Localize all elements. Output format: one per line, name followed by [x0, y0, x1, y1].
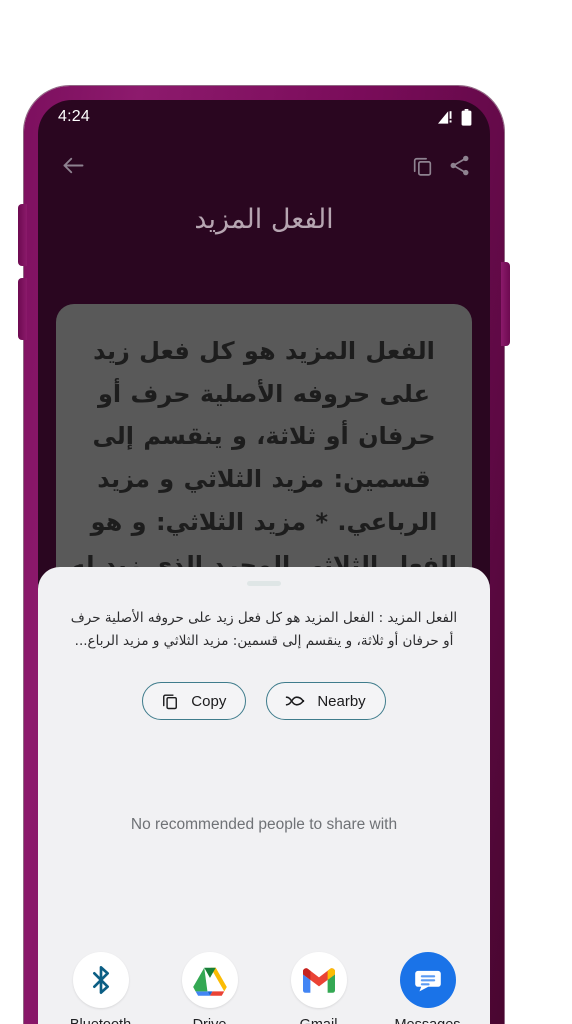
nearby-chip-button[interactable]: Nearby: [266, 682, 386, 721]
share-sheet: الفعل المزيد : الفعل المزيد هو كل فعل زي…: [38, 567, 490, 1024]
lesson-content-card: الفعل المزيد هو كل فعل زيد على حروفه الأ…: [56, 304, 472, 604]
share-target-label: Bluetooth: [70, 1017, 131, 1024]
copy-icon[interactable]: [410, 153, 435, 178]
app-top-bar: [38, 134, 490, 196]
share-target-label: Messages: [394, 1017, 460, 1024]
share-target-app-row: Bluetooth: [38, 952, 490, 1024]
status-bar-time: 4:24: [58, 108, 90, 125]
nearby-chip-label: Nearby: [317, 692, 366, 710]
screenshot-root: 4:24 الفعل المزيد الفعل المزيد هو كل فعل…: [0, 0, 572, 1024]
copy-chip-button[interactable]: Copy: [142, 682, 247, 721]
no-recommended-people-text: No recommended people to share with: [130, 816, 398, 834]
volume-down-button[interactable]: [18, 278, 27, 340]
power-button[interactable]: [501, 262, 510, 346]
share-target-bluetooth[interactable]: Bluetooth: [53, 952, 149, 1024]
share-target-messages[interactable]: Messages: [380, 952, 476, 1024]
status-bar: 4:24: [38, 100, 490, 134]
copy-icon: [163, 694, 178, 710]
google-messages-icon: [414, 970, 441, 992]
copy-chip-label: Copy: [191, 692, 227, 710]
app-bar-actions: [410, 153, 472, 178]
page-title: الفعل المزيد: [194, 204, 334, 235]
lesson-body-text: الفعل المزيد هو كل فعل زيد على حروفه الأ…: [70, 337, 458, 604]
share-preview-text: الفعل المزيد : الفعل المزيد هو كل فعل زي…: [70, 610, 458, 650]
app-icon-circle: [181, 952, 238, 1009]
volume-up-button[interactable]: [18, 204, 27, 266]
phone-screen: 4:24 الفعل المزيد الفعل المزيد هو كل فعل…: [38, 100, 490, 1024]
share-target-drive[interactable]: Drive: [162, 952, 258, 1024]
share-target-label: Gmail: [300, 1017, 338, 1024]
google-drive-icon: [192, 967, 227, 996]
back-arrow-icon[interactable]: [60, 152, 87, 179]
share-target-label: Drive: [193, 1017, 227, 1024]
share-action-chips: Copy Nearby: [38, 682, 490, 721]
gmail-icon: [302, 967, 335, 993]
app-icon-circle: [399, 952, 456, 1009]
phone-frame: 4:24 الفعل المزيد الفعل المزيد هو كل فعل…: [18, 86, 510, 1024]
status-bar-icons: [437, 108, 472, 126]
signal-no-sim-icon: [438, 110, 452, 124]
nearby-share-icon: [286, 696, 305, 707]
share-target-gmail[interactable]: Gmail: [271, 952, 367, 1024]
bluetooth-icon: [92, 966, 109, 995]
battery-icon: [461, 108, 472, 126]
app-icon-circle: [72, 952, 129, 1009]
app-icon-circle: [290, 952, 347, 1009]
share-icon[interactable]: [447, 153, 472, 178]
